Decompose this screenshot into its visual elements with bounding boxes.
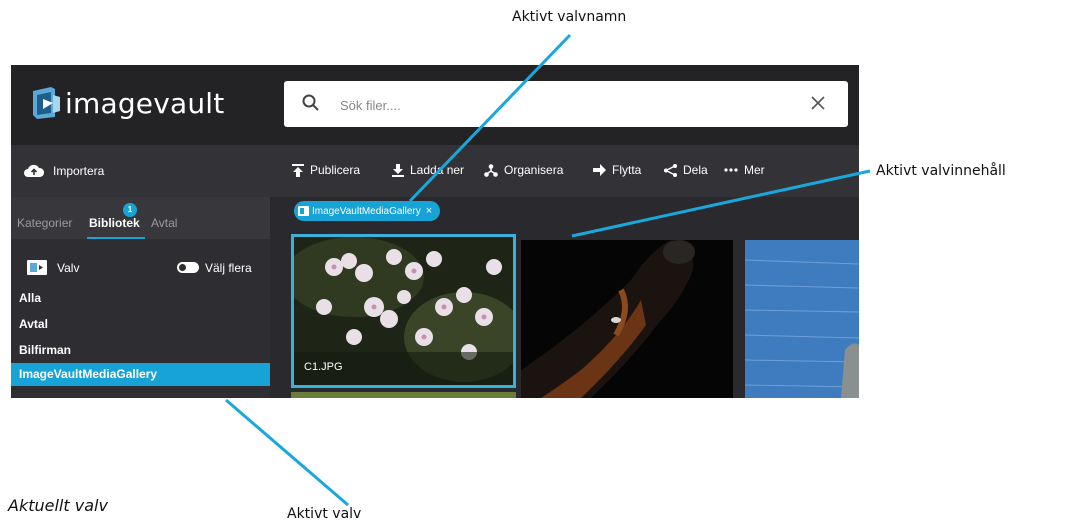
tab-count-badge: 1 (123, 203, 137, 217)
active-vault-chip-label: ImageVaultMediaGallery (312, 205, 421, 217)
thumbnail-caption: C1.JPG (304, 361, 343, 373)
vault-header: Valv Välj flera (11, 239, 270, 285)
import-button[interactable]: Importera (11, 145, 270, 197)
imagevault-app: imagevault Importera Kategorier Bibliote (11, 65, 859, 398)
organize-button[interactable]: Organisera (484, 163, 563, 177)
vault-chip-icon (298, 206, 309, 216)
publish-label: Publicera (310, 163, 361, 177)
share-label: Dela (683, 163, 708, 177)
dog-image (521, 240, 733, 398)
thumbnail-selected[interactable]: C1.JPG (291, 234, 516, 388)
organize-label: Organisera (504, 163, 564, 177)
thumbnail-partial[interactable] (291, 392, 516, 398)
share-button[interactable]: Dela (664, 163, 708, 177)
sea-image (745, 240, 859, 398)
annotation-current-vault: Aktuellt valv (8, 496, 108, 515)
move-button[interactable]: Flytta (593, 163, 641, 177)
more-label: Mer (744, 163, 765, 177)
thumbnail-sea[interactable] (745, 240, 859, 398)
share-icon (664, 163, 677, 177)
thumbnail-dog[interactable] (521, 240, 733, 398)
vault-content: ImageVaultMediaGallery × C1.JPG (270, 197, 859, 398)
annotation-active-vault: Aktivt valv (287, 506, 362, 522)
search-box[interactable] (284, 81, 848, 127)
imagevault-logo-icon (33, 87, 60, 119)
logo-text: imagevault (65, 86, 225, 120)
multi-select-toggle[interactable] (177, 262, 199, 273)
leader-active-vault (225, 398, 349, 507)
multi-select-label: Välj flera (205, 261, 252, 275)
vault-list: Alla Avtal Bilfirman ImageVaultMediaGall… (11, 285, 274, 386)
app-header: imagevault (11, 65, 859, 145)
download-button[interactable]: Ladda ner (392, 163, 464, 177)
vault-icon (27, 260, 47, 275)
move-label: Flytta (612, 163, 642, 177)
annotation-active-vault-content: Aktivt valvinnehåll (876, 163, 1006, 179)
sidebar: Importera Kategorier Bibliotek 1 Avtal V… (11, 145, 274, 398)
more-dots-icon (724, 168, 738, 172)
logo: imagevault (31, 85, 224, 121)
tab-bibliotek[interactable]: Bibliotek (89, 216, 140, 230)
organize-icon (484, 163, 498, 177)
sidebar-tabs: Kategorier Bibliotek 1 Avtal (11, 197, 270, 239)
publish-icon (292, 163, 304, 177)
clear-search-icon[interactable] (810, 95, 826, 111)
more-button[interactable]: Mer (724, 163, 765, 177)
search-icon[interactable] (302, 94, 320, 112)
move-arrow-icon (593, 164, 606, 176)
download-label: Ladda ner (410, 163, 465, 177)
tab-kategorier[interactable]: Kategorier (17, 216, 72, 230)
publish-button[interactable]: Publicera (292, 163, 360, 177)
active-vault-chip[interactable]: ImageVaultMediaGallery × (294, 201, 441, 221)
chip-close-icon[interactable]: × (426, 205, 432, 217)
vault-header-label: Valv (57, 261, 80, 275)
vault-item-alla[interactable]: Alla (11, 285, 270, 311)
vault-item-avtal[interactable]: Avtal (11, 311, 270, 337)
search-input[interactable] (338, 91, 792, 119)
toolbar: Publicera Ladda ner Organisera Flytta De… (270, 145, 859, 197)
tab-avtal[interactable]: Avtal (151, 216, 177, 230)
import-label: Importera (53, 164, 105, 178)
annotation-active-vault-name: Aktivt valvnamn (512, 9, 627, 25)
cloud-upload-icon (24, 164, 45, 177)
vault-item-bilfirman[interactable]: Bilfirman (11, 337, 270, 363)
download-icon (392, 163, 404, 177)
vault-item-imagevaultmediagallery[interactable]: ImageVaultMediaGallery (11, 363, 274, 386)
